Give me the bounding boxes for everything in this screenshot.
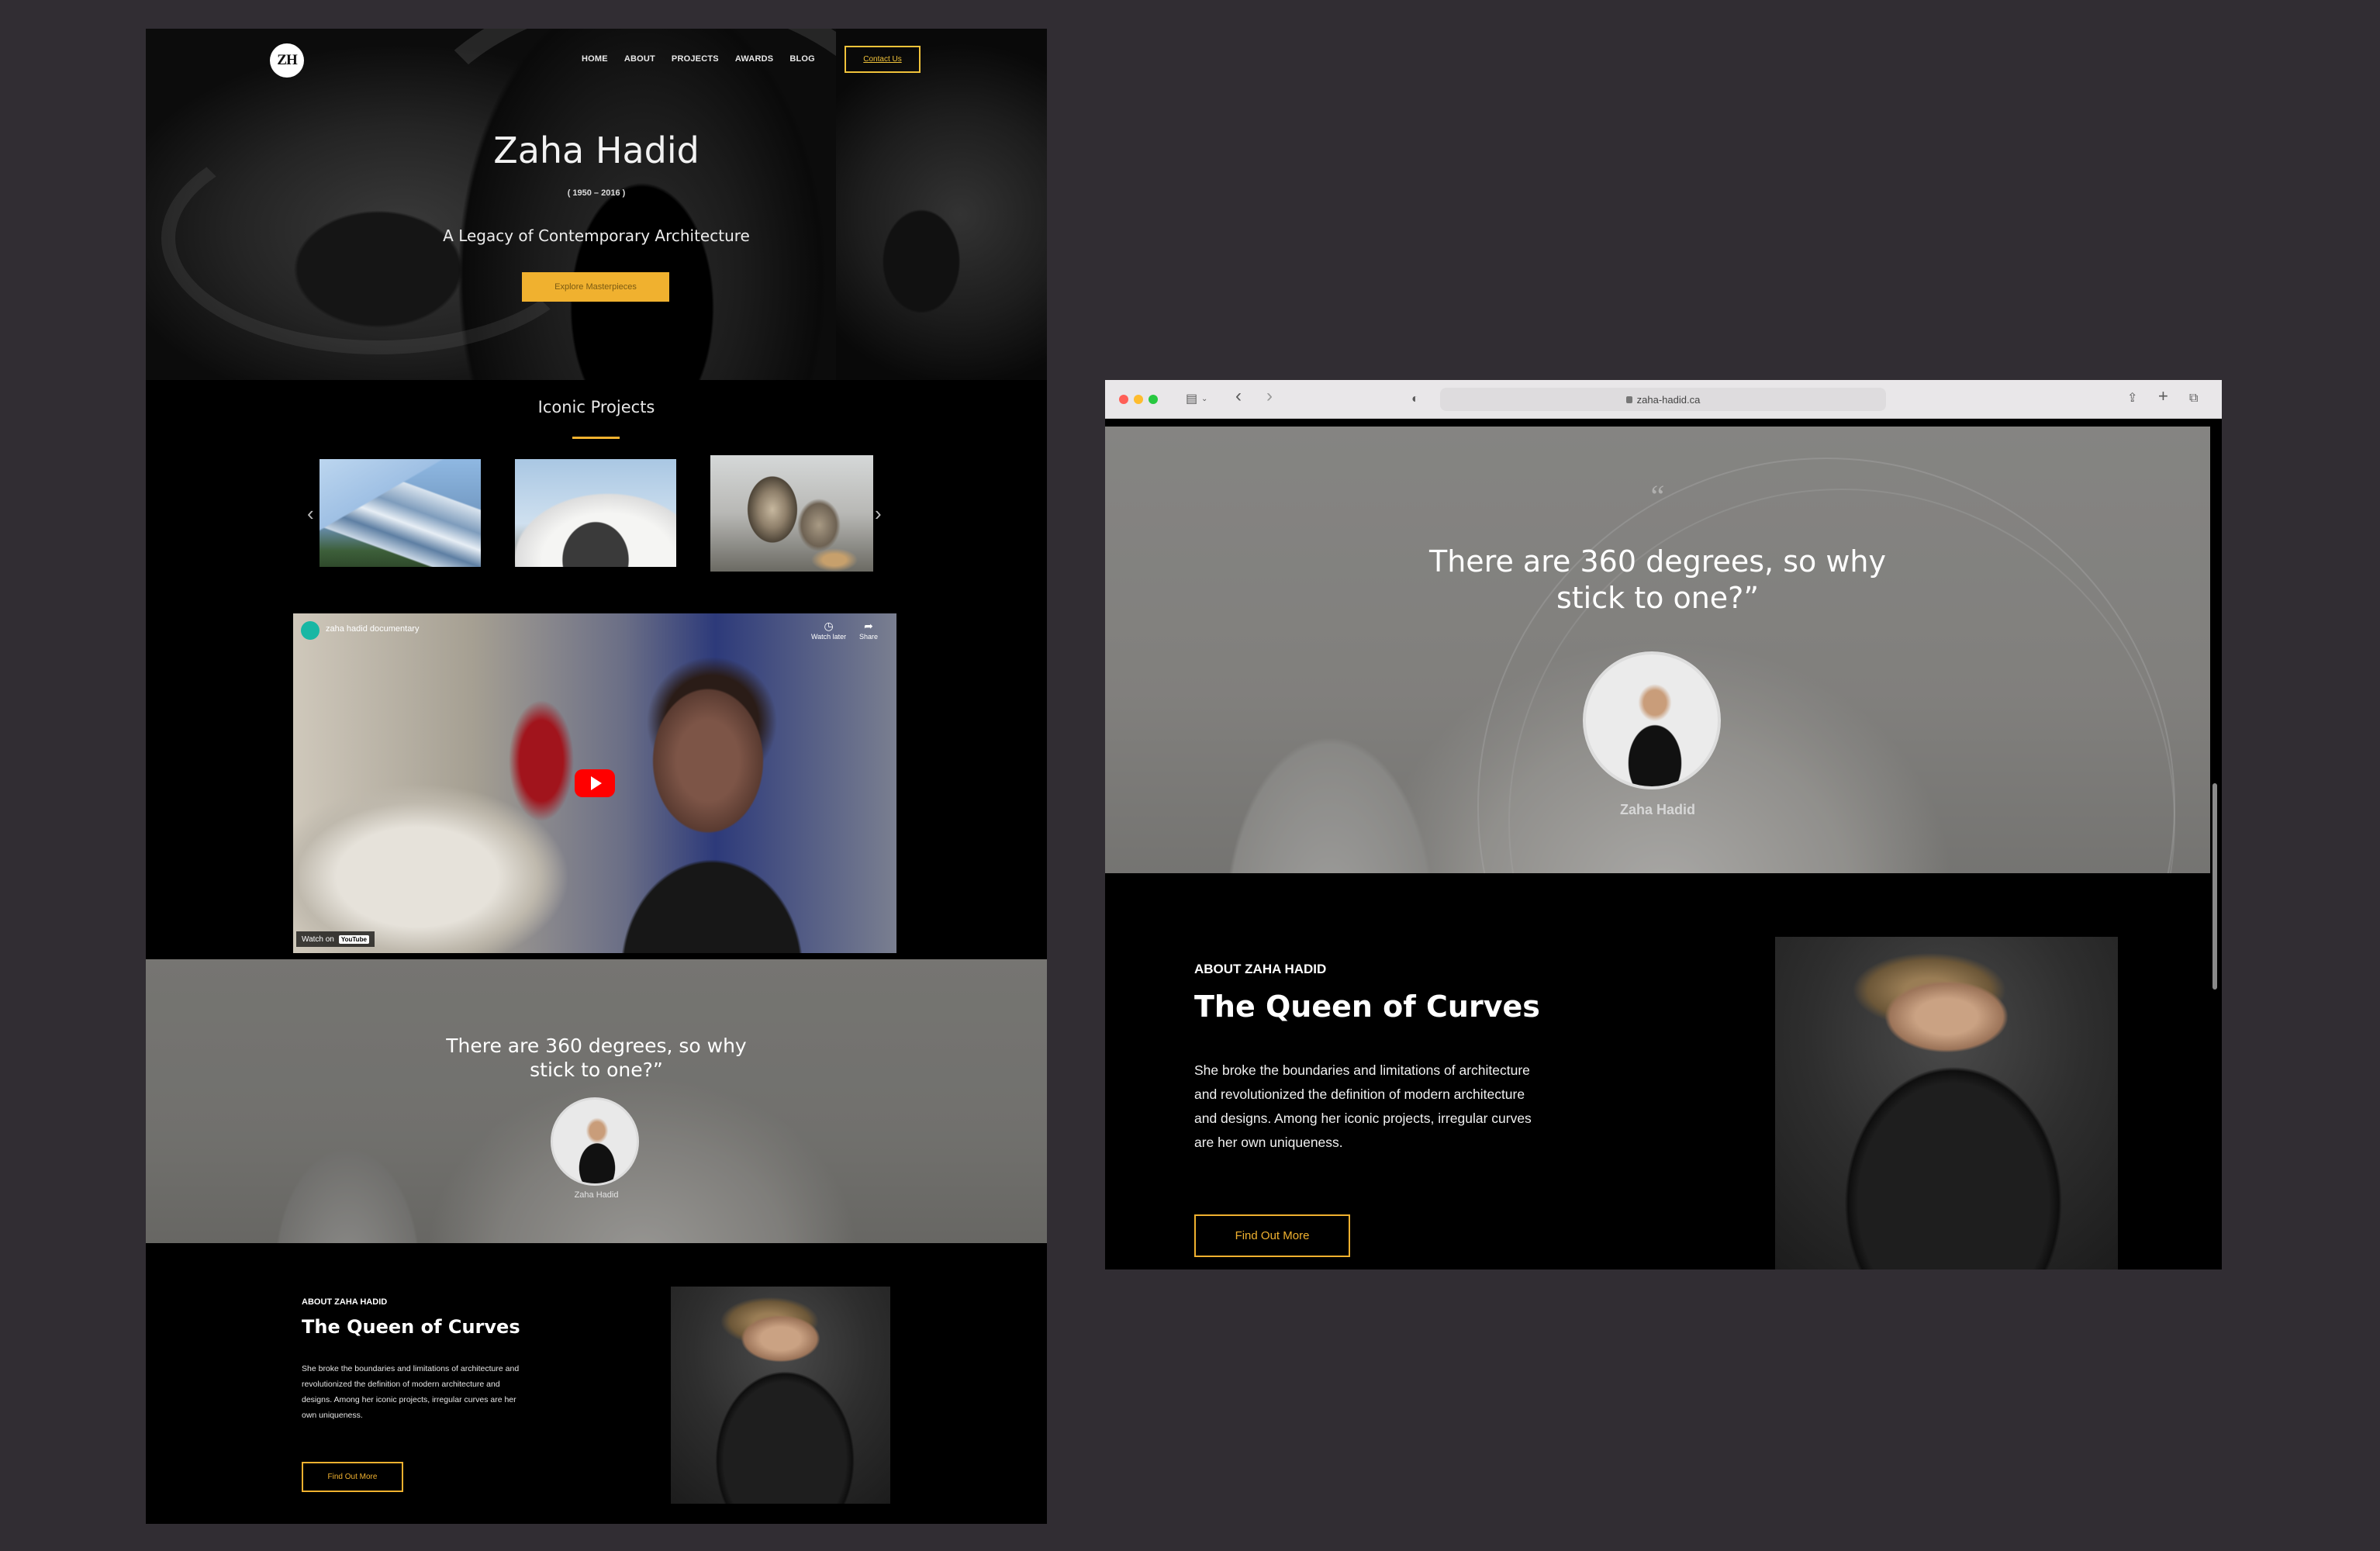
- minimize-window-icon[interactable]: [1134, 395, 1143, 404]
- quote-author-avatar: [551, 1097, 639, 1186]
- zaha-portrait: [1775, 937, 2118, 1269]
- nav-about[interactable]: ABOUT: [624, 54, 655, 64]
- browser-toolbar: ▤ ⌄ ‹ › ◐ zaha-hadid.ca ⇪ + ⧉: [1105, 380, 2222, 419]
- browser-window: ▤ ⌄ ‹ › ◐ zaha-hadid.ca ⇪ + ⧉ “ There ar…: [1105, 380, 2222, 1269]
- about-heading: The Queen of Curves: [302, 1316, 520, 1338]
- project-thumbnail[interactable]: [515, 459, 676, 567]
- quote-text: There are 360 degrees, so why stick to o…: [446, 1035, 747, 1081]
- contact-us-button[interactable]: Contact Us: [845, 46, 921, 73]
- quote-section: “ There are 360 degrees, so why stick to…: [1105, 427, 2210, 873]
- quote-author: Zaha Hadid: [1619, 802, 1695, 817]
- quote-section: There are 360 degrees, so why stick to o…: [146, 959, 1047, 1243]
- privacy-shield-icon[interactable]: ◐: [1411, 393, 1419, 406]
- share-icon[interactable]: ⇪: [2127, 392, 2137, 405]
- address-bar[interactable]: zaha-hadid.ca: [1440, 388, 1886, 411]
- section-divider: [572, 437, 620, 439]
- hero-section: ZH HOME ABOUT PROJECTS AWARDS BLOG Conta…: [146, 29, 1047, 380]
- find-out-more-button[interactable]: Find Out More: [302, 1462, 403, 1492]
- nav-awards[interactable]: AWARDS: [735, 54, 773, 64]
- video-title[interactable]: zaha hadid documentary: [326, 624, 419, 634]
- tab-overview-icon[interactable]: ⧉: [2189, 392, 2198, 405]
- youtube-video-embed[interactable]: zaha hadid documentary ◷ Watch later ➦ S…: [293, 613, 896, 953]
- youtube-logo-icon: YouTube: [338, 934, 369, 944]
- forward-icon[interactable]: ›: [1266, 387, 1273, 406]
- explore-masterpieces-button[interactable]: Explore Masterpieces: [522, 272, 669, 302]
- hero-title: Zaha Hadid: [493, 130, 699, 171]
- watch-later-control[interactable]: ◷ Watch later: [811, 620, 846, 641]
- url-text: zaha-hadid.ca: [1636, 393, 1701, 406]
- find-out-more-button[interactable]: Find Out More: [1194, 1214, 1350, 1257]
- project-thumbnail[interactable]: [710, 455, 873, 572]
- main-nav: HOME ABOUT PROJECTS AWARDS BLOG: [582, 52, 815, 66]
- scrollbar[interactable]: [2212, 783, 2217, 990]
- about-tag: ABOUT ZAHA HADID: [302, 1297, 388, 1307]
- sidebar-icon[interactable]: ▤: [1186, 393, 1197, 406]
- quote-mark-icon: “: [1650, 478, 1665, 513]
- zoom-window-icon[interactable]: [1149, 395, 1158, 404]
- play-button-icon[interactable]: [575, 769, 615, 797]
- about-tag: ABOUT ZAHA HADID: [1194, 962, 1327, 976]
- iconic-projects-title: Iconic Projects: [537, 398, 655, 416]
- chevron-down-icon[interactable]: ⌄: [1201, 393, 1207, 406]
- zaha-portrait: [671, 1287, 890, 1504]
- hero-side-image: [836, 29, 1047, 380]
- hero-subtitle: A Legacy of Contemporary Architecture: [443, 226, 750, 245]
- project-thumbnail[interactable]: [320, 459, 481, 567]
- share-control[interactable]: ➦ Share: [859, 620, 878, 641]
- lock-icon: [1625, 396, 1632, 403]
- back-icon[interactable]: ‹: [1235, 387, 1242, 406]
- carousel-next-icon[interactable]: ›: [875, 503, 882, 523]
- close-window-icon[interactable]: [1119, 395, 1128, 404]
- quote-author-avatar: [1583, 651, 1721, 789]
- quote-text: There are 360 degrees, so why stick to o…: [1429, 544, 1886, 615]
- quote-author: Zaha Hadid: [574, 1190, 619, 1200]
- zh-logo[interactable]: ZH: [270, 43, 304, 78]
- about-heading: The Queen of Curves: [1194, 990, 1540, 1024]
- nav-projects[interactable]: PROJECTS: [672, 54, 719, 64]
- about-body: She broke the boundaries and limitations…: [302, 1364, 520, 1420]
- watch-on-youtube[interactable]: Watch on YouTube: [296, 931, 375, 947]
- carousel-prev-icon[interactable]: ‹: [307, 503, 314, 523]
- website-fullpage-preview: ZH HOME ABOUT PROJECTS AWARDS BLOG Conta…: [146, 29, 1047, 1524]
- nav-blog[interactable]: BLOG: [789, 54, 815, 64]
- about-body: She broke the boundaries and limitations…: [1194, 1062, 1532, 1150]
- hero-years: ( 1950 – 2016 ): [567, 188, 626, 198]
- channel-avatar[interactable]: [301, 621, 320, 640]
- share-arrow-icon: ➦: [864, 620, 873, 632]
- clock-icon: ◷: [824, 620, 834, 632]
- new-tab-icon[interactable]: +: [2158, 388, 2168, 405]
- nav-home[interactable]: HOME: [582, 54, 608, 64]
